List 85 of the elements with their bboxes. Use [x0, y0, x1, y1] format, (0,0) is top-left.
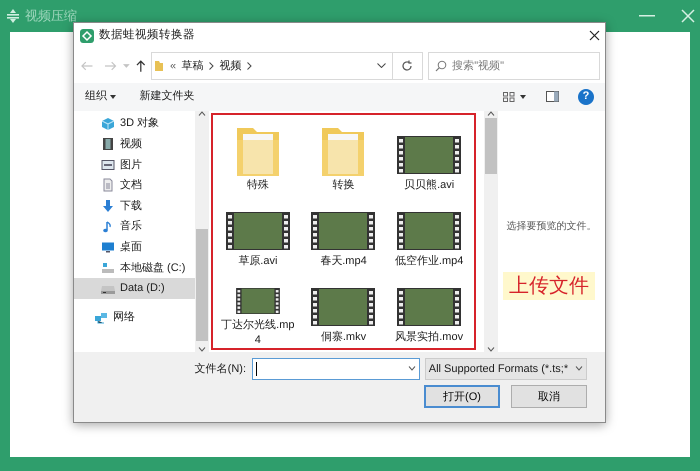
file-name: 侗寨.mkv	[320, 330, 368, 345]
filename-label: 文件名(N):	[194, 362, 246, 377]
dialog-button[interactable]: 取消	[511, 385, 587, 408]
file-item[interactable]: 风景实拍.mov	[386, 272, 472, 348]
download-icon	[101, 198, 115, 213]
document-icon	[101, 178, 115, 192]
preview-hint: 选择要预览的文件。	[506, 220, 596, 234]
cube-icon	[101, 116, 115, 131]
file-name: 贝贝熊.avi	[403, 178, 456, 193]
video-thumbnail	[311, 212, 376, 250]
up-arrow-icon[interactable]	[136, 59, 146, 72]
chevron-down-icon[interactable]	[377, 63, 386, 68]
address-bar[interactable]: « 草稿 视频	[150, 52, 393, 80]
file-name: 低空作业.mp4	[394, 254, 464, 269]
refresh-button[interactable]	[392, 52, 423, 80]
video-thumbnail	[397, 136, 462, 174]
file-name: 转换	[331, 178, 356, 193]
scrollbar[interactable]	[484, 110, 498, 352]
search-placeholder: 搜索"视频"	[452, 58, 504, 74]
caret-icon	[110, 94, 116, 99]
close-icon[interactable]	[588, 30, 600, 42]
system-drive-icon	[101, 260, 115, 275]
view-icon[interactable]	[502, 92, 514, 102]
search-icon	[434, 60, 447, 72]
scroll-up-icon[interactable]	[198, 110, 206, 116]
chevron-right-icon[interactable]	[209, 62, 214, 70]
scroll-thumb[interactable]	[485, 118, 497, 174]
nav-pane-item[interactable]: 图片	[74, 154, 195, 176]
filename-field[interactable]	[252, 358, 420, 380]
file-item[interactable]: 低空作业.mp4	[386, 196, 472, 272]
file-item[interactable]: 侗寨.mkv	[300, 272, 386, 348]
picture-icon	[101, 158, 115, 172]
breadcrumb-item[interactable]: 草稿	[182, 58, 204, 74]
file-item[interactable]: 转换	[300, 120, 386, 196]
video-thumbnail	[311, 288, 376, 326]
nav-pane-item[interactable]: 视频	[74, 134, 195, 154]
file-name: 特殊	[246, 178, 270, 193]
file-item[interactable]: 贝贝熊.avi	[386, 120, 472, 196]
preview-pane-icon[interactable]	[546, 91, 558, 102]
dialog-title: 数据蛙视频转换器	[99, 28, 195, 44]
breadcrumb-item[interactable]: 视频	[220, 58, 242, 74]
new-folder-button[interactable]: 新建文件夹	[139, 88, 194, 105]
app-logo-icon	[6, 9, 20, 23]
file-item[interactable]: 丁达尔光线.mp4	[215, 272, 301, 348]
dialog-button[interactable]: 打开(O)	[424, 385, 500, 408]
nav-pane-item[interactable]: 本地磁盘 (C:)	[74, 257, 195, 278]
app-title: 视频压缩	[25, 7, 77, 26]
nav-pane-item[interactable]: 桌面	[74, 236, 195, 258]
nav-pane-item[interactable]: 音乐	[74, 216, 195, 237]
search-field[interactable]: 搜索"视频"	[428, 52, 600, 80]
video-thumbnail	[397, 212, 462, 250]
annotation-label: 上传文件	[503, 272, 595, 300]
file-item[interactable]: 春天.mp4	[300, 196, 386, 272]
scrollbar[interactable]	[195, 110, 209, 352]
file-type-dropdown[interactable]: All Supported Formats (*.ts;*	[425, 358, 587, 380]
file-item[interactable]: 草原.avi	[215, 196, 301, 272]
video-thumbnail	[226, 212, 290, 250]
scroll-thumb[interactable]	[196, 229, 208, 342]
help-icon[interactable]: ?	[578, 88, 594, 105]
nav-pane-item[interactable]: 下载	[74, 196, 195, 216]
desktop-icon	[101, 240, 115, 254]
nav-pane-item[interactable]: 3D 对象	[74, 113, 195, 134]
refresh-icon	[401, 60, 414, 72]
scroll-down-icon[interactable]	[487, 347, 495, 352]
video-thumbnail	[397, 288, 462, 326]
scroll-up-icon[interactable]	[487, 110, 495, 116]
chevron-down-icon[interactable]	[408, 366, 416, 372]
minimize-icon[interactable]	[639, 15, 655, 17]
chevron-right-icon[interactable]	[247, 62, 252, 70]
caret-icon[interactable]	[520, 94, 526, 99]
overflow-chevron[interactable]: «	[170, 58, 176, 74]
file-item[interactable]: 特殊	[215, 120, 301, 196]
app-logo-icon	[80, 28, 94, 43]
chevron-down-icon	[575, 366, 584, 372]
folder-icon	[154, 60, 164, 72]
nav-pane-item[interactable]: 网络	[74, 306, 195, 328]
file-name: 春天.mp4	[319, 254, 368, 269]
file-name: 丁达尔光线.mp4	[220, 318, 295, 348]
scroll-down-icon[interactable]	[198, 347, 206, 352]
nav-pane-item[interactable]: 文档	[74, 175, 195, 196]
film-icon	[101, 137, 115, 152]
nav-pane-item[interactable]: Data (D:)	[74, 278, 195, 299]
file-name: 草原.avi	[237, 254, 278, 269]
organize-menu[interactable]: 组织	[85, 88, 116, 105]
file-name: 风景实拍.mov	[394, 330, 464, 345]
